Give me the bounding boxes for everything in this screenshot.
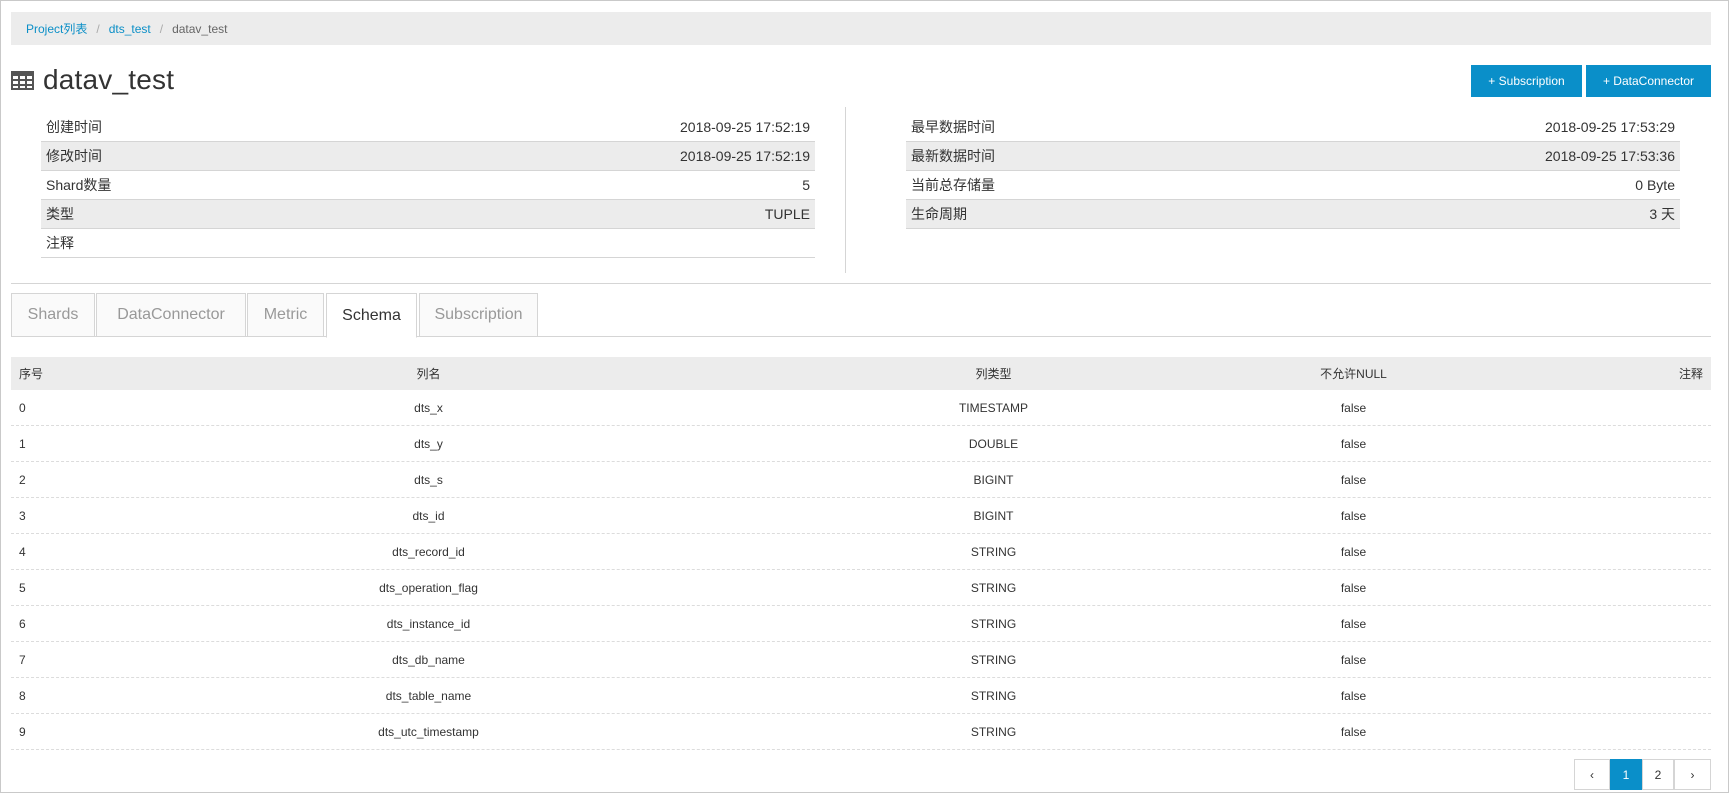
vertical-divider bbox=[845, 107, 846, 273]
cell-not-null: false bbox=[1340, 472, 1367, 487]
info-value: 5 bbox=[802, 177, 810, 193]
table-row: 5 dts_operation_flag STRING false bbox=[11, 570, 1711, 606]
cell-column-type: STRING bbox=[970, 652, 1017, 667]
info-label: 当前总存储量 bbox=[911, 177, 995, 193]
breadcrumb-current: datav_test bbox=[172, 21, 228, 36]
table-icon bbox=[11, 70, 34, 90]
cell-column-name: dts_s bbox=[414, 472, 443, 487]
cell-not-null: false bbox=[1340, 508, 1367, 523]
info-row-modified: 修改时间 2018-09-25 17:52:19 bbox=[41, 142, 815, 171]
cell-not-null: false bbox=[1340, 616, 1367, 631]
cell-column-type: STRING bbox=[970, 688, 1017, 703]
add-subscription-button[interactable]: + Subscription bbox=[1471, 65, 1582, 97]
header-comment: 注释 bbox=[1678, 367, 1703, 381]
cell-not-null: false bbox=[1340, 652, 1367, 667]
cell-column-name: dts_id bbox=[412, 508, 445, 523]
tab-dataconnector[interactable]: DataConnector bbox=[96, 293, 246, 337]
info-value: 2018-09-25 17:53:36 bbox=[1545, 148, 1675, 164]
table-header: 序号 列名 列类型 不允许NULL 注释 bbox=[11, 357, 1711, 390]
breadcrumb: Project列表 / dts_test / datav_test bbox=[11, 12, 1711, 45]
cell-column-name: dts_y bbox=[414, 436, 443, 451]
tab-shards[interactable]: Shards bbox=[11, 293, 95, 337]
info-row-comment: 注释 bbox=[41, 229, 815, 258]
cell-column-type: STRING bbox=[970, 580, 1017, 595]
pagination-page-1[interactable]: 1 bbox=[1610, 759, 1642, 790]
header-not-null: 不允许NULL bbox=[1320, 367, 1387, 381]
cell-not-null: false bbox=[1340, 400, 1367, 415]
cell-not-null: false bbox=[1340, 724, 1367, 739]
info-row-shard-count: Shard数量 5 bbox=[41, 171, 815, 200]
info-label: 最新数据时间 bbox=[911, 148, 995, 164]
table-row: 4 dts_record_id STRING false bbox=[11, 534, 1711, 570]
info-label: 最早数据时间 bbox=[911, 119, 995, 135]
breadcrumb-separator: / bbox=[159, 21, 164, 36]
pagination-page-2[interactable]: 2 bbox=[1642, 759, 1674, 790]
table-row: 2 dts_s BIGINT false bbox=[11, 462, 1711, 498]
breadcrumb-separator: / bbox=[96, 21, 100, 36]
tab-bar: Shards DataConnector Metric Schema Subsc… bbox=[11, 293, 1711, 338]
add-dataconnector-button[interactable]: + DataConnector bbox=[1586, 65, 1711, 97]
cell-column-name: dts_db_name bbox=[392, 652, 465, 667]
info-row-latest-data: 最新数据时间 2018-09-25 17:53:36 bbox=[906, 142, 1680, 171]
tab-schema[interactable]: Schema bbox=[326, 293, 417, 338]
cell-column-type: TIMESTAMP bbox=[958, 400, 1029, 415]
cell-column-name: dts_instance_id bbox=[386, 616, 471, 631]
table-row: 0 dts_x TIMESTAMP false bbox=[11, 390, 1711, 426]
header-column-type: 列类型 bbox=[975, 367, 1012, 381]
table-row: 6 dts_instance_id STRING false bbox=[11, 606, 1711, 642]
table-row: 8 dts_table_name STRING false bbox=[11, 678, 1711, 714]
pagination-next-button[interactable]: › bbox=[1674, 759, 1711, 790]
info-value: 0 Byte bbox=[1635, 177, 1675, 193]
breadcrumb-dts-test[interactable]: dts_test bbox=[109, 22, 151, 36]
cell-column-type: STRING bbox=[970, 544, 1017, 559]
info-label: 修改时间 bbox=[46, 148, 102, 164]
info-label: 类型 bbox=[46, 206, 74, 222]
info-value: 2018-09-25 17:52:19 bbox=[680, 148, 810, 164]
cell-column-type: STRING bbox=[970, 724, 1017, 739]
info-row-created: 创建时间 2018-09-25 17:52:19 bbox=[41, 113, 815, 142]
info-label: 注释 bbox=[46, 235, 74, 251]
cell-column-name: dts_utc_timestamp bbox=[378, 724, 479, 739]
cell-not-null: false bbox=[1340, 544, 1367, 559]
info-label: Shard数量 bbox=[46, 177, 112, 193]
info-value: 2018-09-25 17:53:29 bbox=[1545, 119, 1675, 135]
cell-not-null: false bbox=[1340, 436, 1367, 451]
cell-column-type: STRING bbox=[970, 616, 1017, 631]
cell-column-name: dts_record_id bbox=[392, 544, 465, 559]
info-row-earliest-data: 最早数据时间 2018-09-25 17:53:29 bbox=[906, 113, 1680, 142]
table-row: 7 dts_db_name STRING false bbox=[11, 642, 1711, 678]
page-title: datav_test bbox=[43, 64, 175, 95]
cell-not-null: false bbox=[1340, 688, 1367, 703]
title-row: datav_test bbox=[11, 64, 174, 96]
cell-column-type: DOUBLE bbox=[968, 436, 1019, 451]
info-value: 2018-09-25 17:52:19 bbox=[680, 119, 810, 135]
info-value: TUPLE bbox=[764, 206, 810, 222]
table-row: 1 dts_y DOUBLE false bbox=[11, 426, 1711, 462]
table-row: 9 dts_utc_timestamp STRING false bbox=[11, 714, 1711, 750]
cell-not-null: false bbox=[1340, 580, 1367, 595]
tab-metric[interactable]: Metric bbox=[247, 293, 324, 337]
info-row-lifecycle: 生命周期 3 天 bbox=[906, 200, 1680, 229]
info-row-type: 类型 TUPLE bbox=[41, 200, 815, 229]
table-row: 3 dts_id BIGINT false bbox=[11, 498, 1711, 534]
info-label: 创建时间 bbox=[46, 119, 102, 135]
cell-column-name: dts_table_name bbox=[385, 688, 472, 703]
info-panel-left: 创建时间 2018-09-25 17:52:19 修改时间 2018-09-25… bbox=[41, 113, 815, 258]
cell-column-type: BIGINT bbox=[973, 472, 1014, 487]
tab-subscription[interactable]: Subscription bbox=[419, 293, 538, 337]
info-row-storage: 当前总存储量 0 Byte bbox=[906, 171, 1680, 200]
cell-column-name: dts_operation_flag bbox=[379, 580, 478, 595]
cell-column-type: BIGINT bbox=[973, 508, 1014, 523]
info-value: 3 天 bbox=[1649, 206, 1675, 222]
cell-column-name: dts_x bbox=[414, 400, 443, 415]
header-column-name: 列名 bbox=[416, 367, 441, 381]
breadcrumb-project-list[interactable]: Project列表 bbox=[26, 20, 87, 37]
section-divider bbox=[11, 283, 1711, 284]
schema-table: 序号 列名 列类型 不允许NULL 注释 0 dts_x TIMESTAMP fals… bbox=[11, 357, 1711, 750]
info-label: 生命周期 bbox=[911, 206, 967, 222]
pagination-prev-button[interactable]: ‹ bbox=[1574, 759, 1610, 790]
info-panel-right: 最早数据时间 2018-09-25 17:53:29 最新数据时间 2018-0… bbox=[906, 113, 1680, 229]
